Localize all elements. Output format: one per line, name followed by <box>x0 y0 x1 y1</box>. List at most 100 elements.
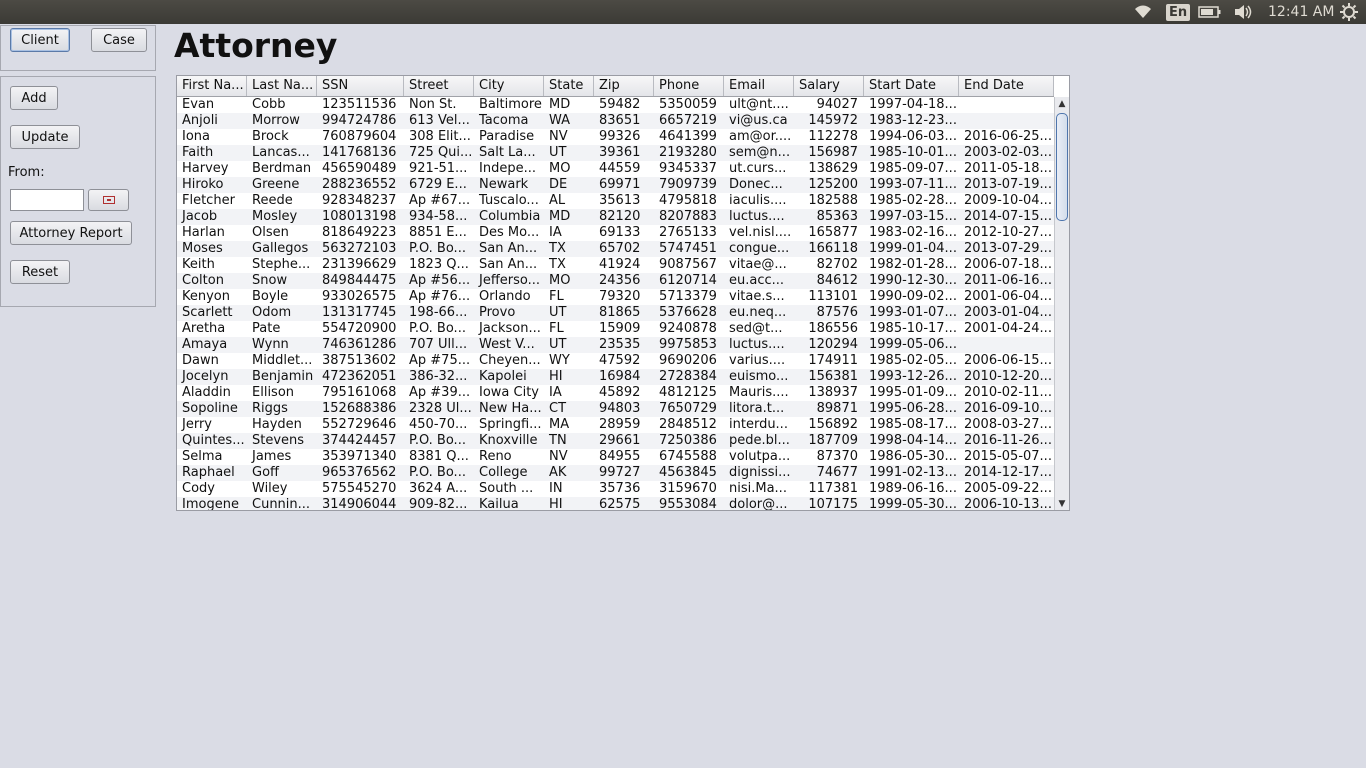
vertical-scrollbar[interactable]: ▲ ▼ <box>1054 97 1069 510</box>
column-header[interactable]: First Na... <box>177 76 247 96</box>
client-button[interactable]: Client <box>10 28 70 52</box>
calendar-picker-button[interactable] <box>88 189 129 211</box>
table-row[interactable]: Colton Snow 849844475 Ap #56... Jefferso... M… <box>177 273 1054 289</box>
table-cell: MD <box>549 209 571 224</box>
table-cell: Kapolei <box>479 369 527 384</box>
table-cell: eu.acc... <box>729 273 785 288</box>
table-row[interactable]: Selma James 353971340 8381 Q... Reno NV 84955 6… <box>177 449 1054 465</box>
column-header[interactable]: Phone <box>654 76 724 96</box>
column-header[interactable]: Start Date <box>864 76 959 96</box>
scroll-up-arrow-icon[interactable]: ▲ <box>1055 98 1069 110</box>
table-row[interactable]: Raphael Goff 965376562 P.O. Bo... College AK 9… <box>177 465 1054 481</box>
table-row[interactable]: Harvey Berdman 456590489 921-51... Indepe...… <box>177 161 1054 177</box>
column-header[interactable]: Salary <box>794 76 864 96</box>
table-cell: Salt La... <box>479 145 536 160</box>
table-cell: 107175 <box>808 497 858 511</box>
wifi-icon[interactable] <box>1133 0 1153 24</box>
table-cell: euismo... <box>729 369 789 384</box>
table-cell: AL <box>549 193 566 208</box>
table-cell: 2015-05-07... <box>964 449 1052 464</box>
volume-icon[interactable] <box>1233 0 1253 24</box>
column-header[interactable]: Last Na... <box>247 76 317 96</box>
table-cell: Non St. <box>409 97 457 112</box>
table-row[interactable]: Iona Brock 760879604 308 Elit... Paradise NV 9… <box>177 129 1054 145</box>
table-row[interactable]: Harlan Olsen 818649223 8851 E... Des Mo... IA… <box>177 225 1054 241</box>
table-cell: vi@us.ca <box>729 113 788 128</box>
table-cell: 2014-12-17... <box>964 465 1052 480</box>
table-cell: 89871 <box>816 401 858 416</box>
table-row[interactable]: Sopoline Riggs 152688386 2328 Ul... New Ha..… <box>177 401 1054 417</box>
table-cell: iaculis.... <box>729 193 787 208</box>
table-row[interactable]: Fletcher Reede 928348237 Ap #67... Tuscalo..… <box>177 193 1054 209</box>
table-cell: 1986-05-30... <box>869 449 957 464</box>
table-cell: 934-58... <box>409 209 468 224</box>
table-cell: 2003-02-03... <box>964 145 1052 160</box>
table-cell: Kailua <box>479 497 519 511</box>
add-button[interactable]: Add <box>10 86 58 110</box>
table-row[interactable]: Amaya Wynn 746361286 707 Ull... West V... UT 2… <box>177 337 1054 353</box>
table-cell: AK <box>549 465 567 480</box>
column-header[interactable]: SSN <box>317 76 404 96</box>
table-cell: volutpa... <box>729 449 791 464</box>
table-row[interactable]: Evan Cobb 123511536 Non St. Baltimore MD 59482… <box>177 97 1054 113</box>
table-row[interactable]: Aladdin Ellison 795161068 Ap #39... Iowa Cit… <box>177 385 1054 401</box>
table-row[interactable]: Anjoli Morrow 994724786 613 Vel... Tacoma WA 8… <box>177 113 1054 129</box>
table-cell: 1997-04-18... <box>869 97 957 112</box>
table-cell: Tacoma <box>479 113 529 128</box>
table-cell: 746361286 <box>322 337 397 352</box>
table-row[interactable]: Dawn Middlet... 387513602 Ap #75... Cheyen..… <box>177 353 1054 369</box>
battery-icon[interactable] <box>1198 0 1222 24</box>
update-button[interactable]: Update <box>10 125 80 149</box>
table-cell: Brock <box>252 129 289 144</box>
column-header[interactable]: End Date <box>959 76 1054 96</box>
keyboard-language-indicator[interactable]: En <box>1166 0 1191 24</box>
table-cell: 138937 <box>808 385 858 400</box>
reset-button[interactable]: Reset <box>10 260 70 284</box>
column-header[interactable]: Zip <box>594 76 654 96</box>
table-cell: 2328 Ul... <box>409 401 472 416</box>
table-cell: 47592 <box>599 353 641 368</box>
table-row[interactable]: Jacob Mosley 108013198 934-58... Columbia MD 8… <box>177 209 1054 225</box>
table-row[interactable]: Cody Wiley 575545270 3624 A... South ... IN 35… <box>177 481 1054 497</box>
table-cell: Aretha <box>182 321 226 336</box>
table-cell: 41924 <box>599 257 641 272</box>
table-cell: Ap #75... <box>409 353 471 368</box>
table-cell: 1985-08-17... <box>869 417 957 432</box>
column-header[interactable]: City <box>474 76 544 96</box>
table-row[interactable]: Jerry Hayden 552729646 450-70... Springfi...… <box>177 417 1054 433</box>
table-cell: 24356 <box>599 273 641 288</box>
table-cell: West V... <box>479 337 535 352</box>
table-cell: 8851 E... <box>409 225 467 240</box>
clock[interactable]: 12:41 AM <box>1268 0 1334 24</box>
table-row[interactable]: Kenyon Boyle 933026575 Ap #76... Orlando FL 79… <box>177 289 1054 305</box>
table-cell: 5350059 <box>659 97 717 112</box>
table-row[interactable]: Moses Gallegos 563272103 P.O. Bo... San An..… <box>177 241 1054 257</box>
from-date-input[interactable] <box>10 189 84 211</box>
table-cell: 1993-12-26... <box>869 369 957 384</box>
table-cell: Sopoline <box>182 401 238 416</box>
table-cell: 156381 <box>808 369 858 384</box>
table-cell: WY <box>549 353 570 368</box>
scrollbar-thumb[interactable] <box>1056 113 1068 221</box>
table-row[interactable]: Hiroko Greene 288236552 6729 E... Newark DE 69… <box>177 177 1054 193</box>
table-row[interactable]: Jocelyn Benjamin 472362051 386-32... Kapolei… <box>177 369 1054 385</box>
table-cell: 82120 <box>599 209 641 224</box>
table-row[interactable]: Imogene Cunnin... 314906044 909-82... Kailua… <box>177 497 1054 511</box>
column-header[interactable]: State <box>544 76 594 96</box>
scroll-down-arrow-icon[interactable]: ▼ <box>1055 498 1069 510</box>
table-cell: vel.nisl.... <box>729 225 792 240</box>
table-cell: 99326 <box>599 129 641 144</box>
table-row[interactable]: Scarlett Odom 131317745 198-66... Provo UT 818… <box>177 305 1054 321</box>
table-cell: 386-32... <box>409 369 468 384</box>
column-header[interactable]: Email <box>724 76 794 96</box>
table-row[interactable]: Faith Lancas... 141768136 725 Qui... Salt La… <box>177 145 1054 161</box>
table-cell: Provo <box>479 305 516 320</box>
table-row[interactable]: Aretha Pate 554720900 P.O. Bo... Jackson... F… <box>177 321 1054 337</box>
column-header[interactable]: Street <box>404 76 474 96</box>
table-cell: Kenyon <box>182 289 231 304</box>
table-row[interactable]: Keith Stephe... 231396629 1823 Q... San An..… <box>177 257 1054 273</box>
case-button[interactable]: Case <box>91 28 147 52</box>
table-row[interactable]: Quintes... Stevens 374424457 P.O. Bo... Knox… <box>177 433 1054 449</box>
attorney-report-button[interactable]: Attorney Report <box>10 221 132 245</box>
settings-gear-icon[interactable] <box>1340 0 1358 24</box>
